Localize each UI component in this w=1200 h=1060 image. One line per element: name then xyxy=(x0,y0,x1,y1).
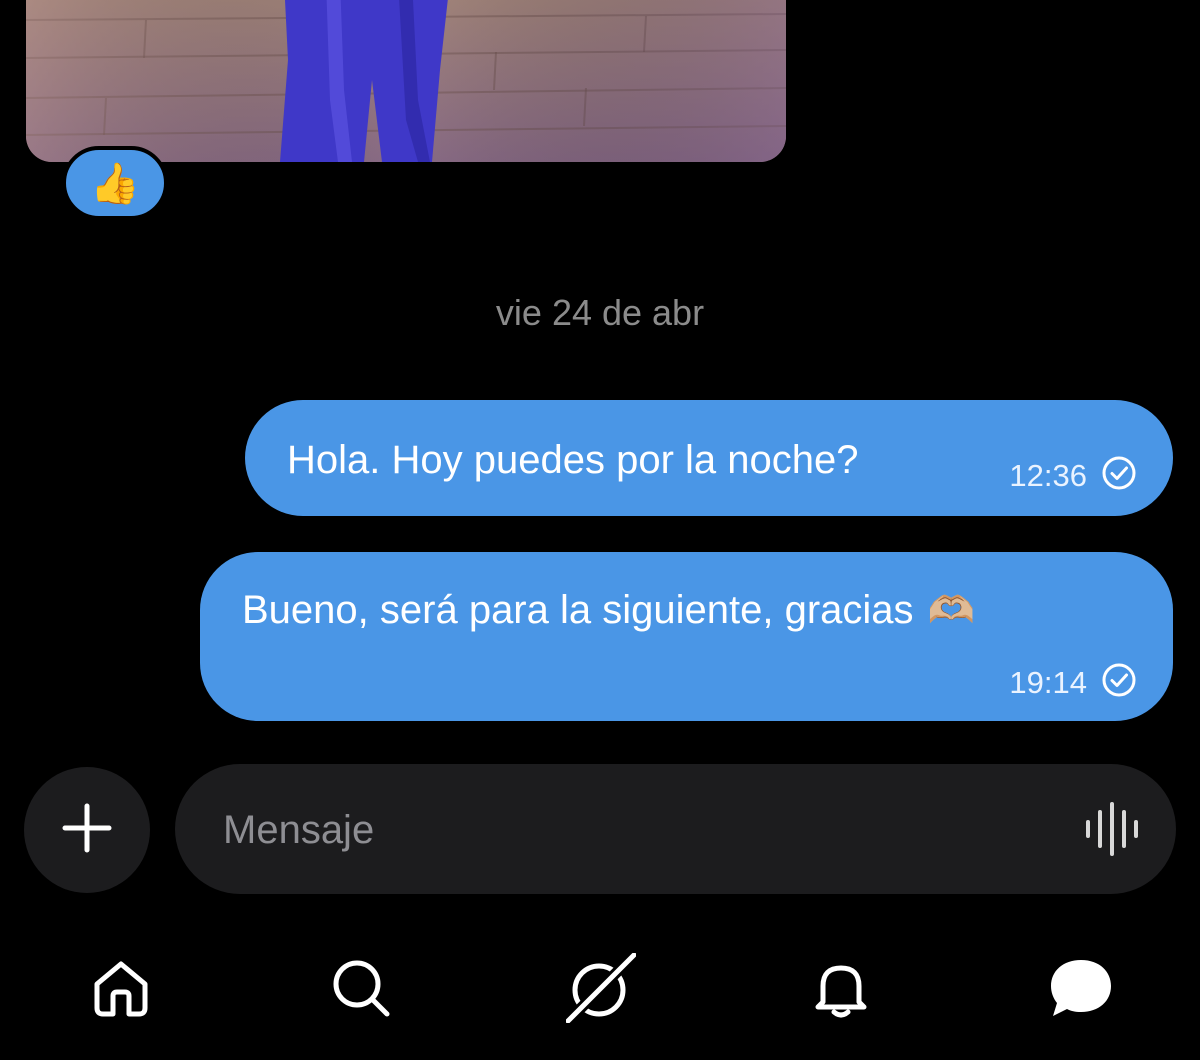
add-attachment-button[interactable] xyxy=(24,767,150,893)
message-time: 19:14 xyxy=(1009,664,1087,700)
waveform-icon xyxy=(1082,802,1142,862)
received-photo[interactable] xyxy=(26,0,786,162)
bell-icon xyxy=(809,956,873,1025)
messages-icon xyxy=(1047,954,1115,1027)
nav-home[interactable] xyxy=(86,955,156,1025)
bottom-nav xyxy=(0,945,1200,1035)
voice-message-button[interactable] xyxy=(1082,800,1142,858)
plus-icon xyxy=(61,802,113,859)
read-check-icon xyxy=(1101,455,1137,496)
reaction-badge[interactable]: 👍 xyxy=(62,146,168,220)
message-text: Bueno, será para la siguiente, gracias xyxy=(242,588,914,632)
read-check-icon xyxy=(1101,662,1137,703)
nav-messages[interactable] xyxy=(1046,955,1116,1025)
nav-grok[interactable] xyxy=(564,950,638,1028)
message-text-row: Bueno, será para la siguiente, gracias 🫶… xyxy=(242,588,975,633)
nav-search[interactable] xyxy=(326,955,396,1025)
nav-notifications[interactable] xyxy=(806,955,876,1025)
message-time: 12:36 xyxy=(1009,457,1087,493)
grok-icon xyxy=(564,950,638,1028)
date-separator: vie 24 de abr xyxy=(495,292,705,333)
home-icon xyxy=(89,956,153,1025)
message-text: Hola. Hoy puedes por la noche? xyxy=(287,438,859,482)
message-bubble-outgoing[interactable]: Bueno, será para la siguiente, gracias 🫶… xyxy=(200,552,1173,721)
heart-hands-emoji: 🫶🏼 xyxy=(927,589,975,632)
search-icon xyxy=(329,956,393,1025)
message-composer xyxy=(175,764,1176,894)
message-input[interactable] xyxy=(221,794,1045,866)
thumbs-up-emoji: 👍 xyxy=(90,161,140,206)
message-bubble-outgoing[interactable]: Hola. Hoy puedes por la noche? 12:36 xyxy=(245,400,1173,516)
